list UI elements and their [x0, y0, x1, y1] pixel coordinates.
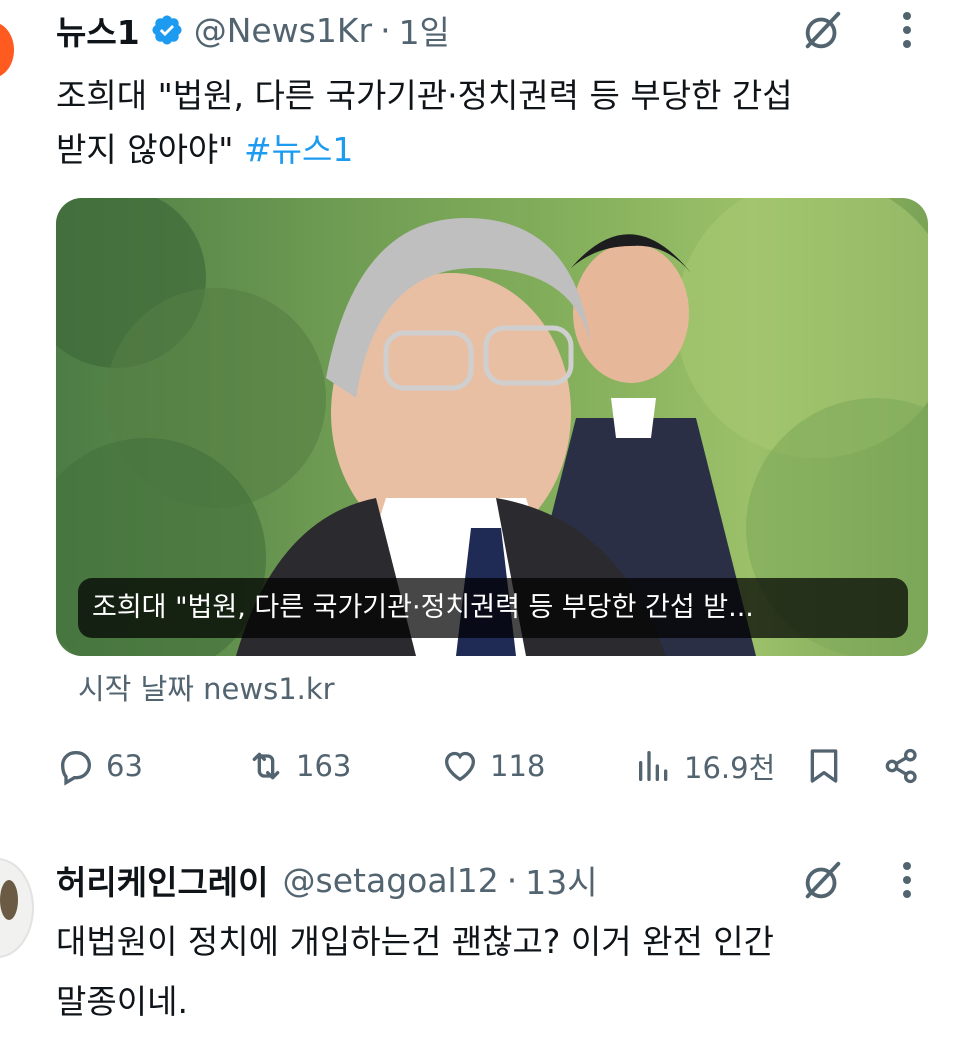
reply-text-line: 대법원이 정치에 개입하는건 괜찮고? 이거 완전 인간	[56, 922, 775, 961]
action-bar: 63 163 118 16.9천	[56, 738, 926, 794]
tweet-text-line: 받지 않아야" #뉴스1	[56, 124, 353, 176]
retweet-icon	[252, 752, 280, 780]
tweet-text-line: 조희대 "법원, 다른 국가기관·정치권력 등 부당한 간섭	[56, 76, 793, 115]
bookmark-button[interactable]	[804, 738, 844, 794]
tweet-time[interactable]: 13시	[525, 856, 597, 904]
link-source[interactable]: 시작 날짜 news1.kr	[78, 666, 335, 708]
heart-icon	[444, 751, 476, 782]
more-options-icon[interactable]	[901, 10, 913, 50]
avatar[interactable]	[0, 22, 14, 78]
author-handle[interactable]: @News1Kr	[194, 11, 372, 50]
tweet-header: 뉴스1 @News1Kr · 1일	[56, 6, 450, 54]
tweet-time[interactable]: 1일	[399, 6, 450, 54]
tweet-text-fragment: 받지 않아야"	[56, 130, 234, 169]
reply-count: 63	[106, 749, 143, 783]
more-options-icon[interactable]	[901, 860, 913, 900]
share-button[interactable]	[882, 738, 922, 794]
reply-header: 허리케인그레이 @setagoal12 · 13시	[56, 856, 598, 904]
author-name[interactable]: 허리케인그레이	[56, 856, 269, 904]
reply-button[interactable]: 63	[56, 738, 143, 794]
link-card[interactable]: 조희대 "법원, 다른 국가기관·정치권력 등 부당한 간섭 받...	[56, 198, 928, 656]
separator-dot: ·	[506, 860, 518, 900]
grok-icon[interactable]	[800, 858, 846, 904]
views-chart-icon	[639, 751, 668, 781]
verified-badge-icon	[152, 15, 182, 45]
like-count: 118	[490, 749, 546, 783]
bookmark-icon	[810, 749, 838, 783]
retweet-button[interactable]: 163	[246, 738, 351, 794]
like-button[interactable]: 118	[440, 738, 545, 794]
reply-icon	[60, 751, 92, 786]
view-count: 16.9천	[684, 751, 776, 785]
author-name[interactable]: 뉴스1	[56, 6, 140, 54]
views-button[interactable]: 16.9천	[634, 738, 775, 794]
reply-text-line: 말종이네.	[56, 982, 188, 1021]
author-handle[interactable]: @setagoal12	[283, 861, 499, 900]
separator-dot: ·	[380, 10, 391, 50]
avatar[interactable]	[0, 858, 34, 958]
retweet-count: 163	[296, 749, 352, 783]
grok-icon[interactable]	[800, 8, 846, 54]
card-title: 조희대 "법원, 다른 국가기관·정치권력 등 부당한 간섭 받...	[78, 578, 908, 638]
hashtag-link[interactable]: #뉴스1	[244, 130, 353, 169]
share-icon	[885, 748, 917, 784]
